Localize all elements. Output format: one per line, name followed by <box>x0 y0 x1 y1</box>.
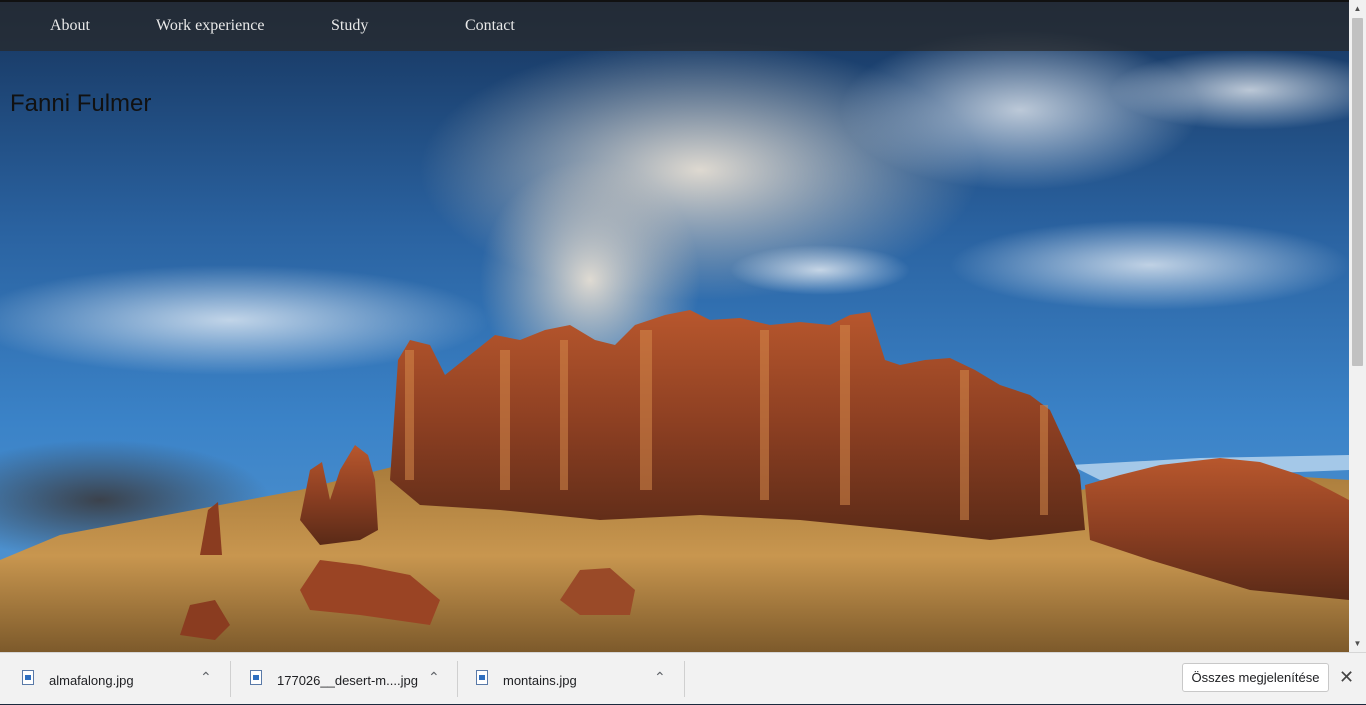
image-file-icon <box>476 670 488 685</box>
download-filename: montains.jpg <box>503 673 577 688</box>
image-file-icon <box>22 670 34 685</box>
chevron-up-icon[interactable]: ⌃ <box>654 669 666 686</box>
scroll-up-arrow-icon[interactable]: ▲ <box>1349 0 1366 17</box>
nav-link-about[interactable]: About <box>50 17 90 35</box>
scroll-down-arrow-icon[interactable]: ▼ <box>1349 635 1366 652</box>
vertical-scrollbar[interactable]: ▲ ▼ <box>1349 0 1366 652</box>
image-file-icon <box>250 670 262 685</box>
top-navigation-bar: About Work experience Study Contact <box>0 0 1349 51</box>
hero-background-image <box>0 0 1349 652</box>
download-filename: almafalong.jpg <box>49 673 134 688</box>
download-item[interactable]: almafalong.jpg ⌃ <box>0 653 227 705</box>
scrollbar-thumb[interactable] <box>1352 18 1363 366</box>
download-item[interactable]: montains.jpg ⌃ <box>454 653 681 705</box>
show-all-downloads-button[interactable]: Összes megjelenítése <box>1182 663 1329 692</box>
chevron-up-icon[interactable]: ⌃ <box>200 669 212 686</box>
download-filename: 177026__desert-m....jpg <box>277 673 418 688</box>
close-icon[interactable]: ✕ <box>1339 667 1354 688</box>
nav-link-work-experience[interactable]: Work experience <box>156 17 264 35</box>
nav-link-study[interactable]: Study <box>331 17 368 35</box>
nav-link-contact[interactable]: Contact <box>465 17 515 35</box>
download-shelf: almafalong.jpg ⌃ 177026__desert-m....jpg… <box>0 652 1366 704</box>
chevron-up-icon[interactable]: ⌃ <box>428 669 440 686</box>
download-separator <box>684 661 685 697</box>
page-viewport: About Work experience Study Contact Fann… <box>0 0 1349 652</box>
page-title: Fanni Fulmer <box>10 90 152 117</box>
download-item[interactable]: 177026__desert-m....jpg ⌃ <box>228 653 455 705</box>
